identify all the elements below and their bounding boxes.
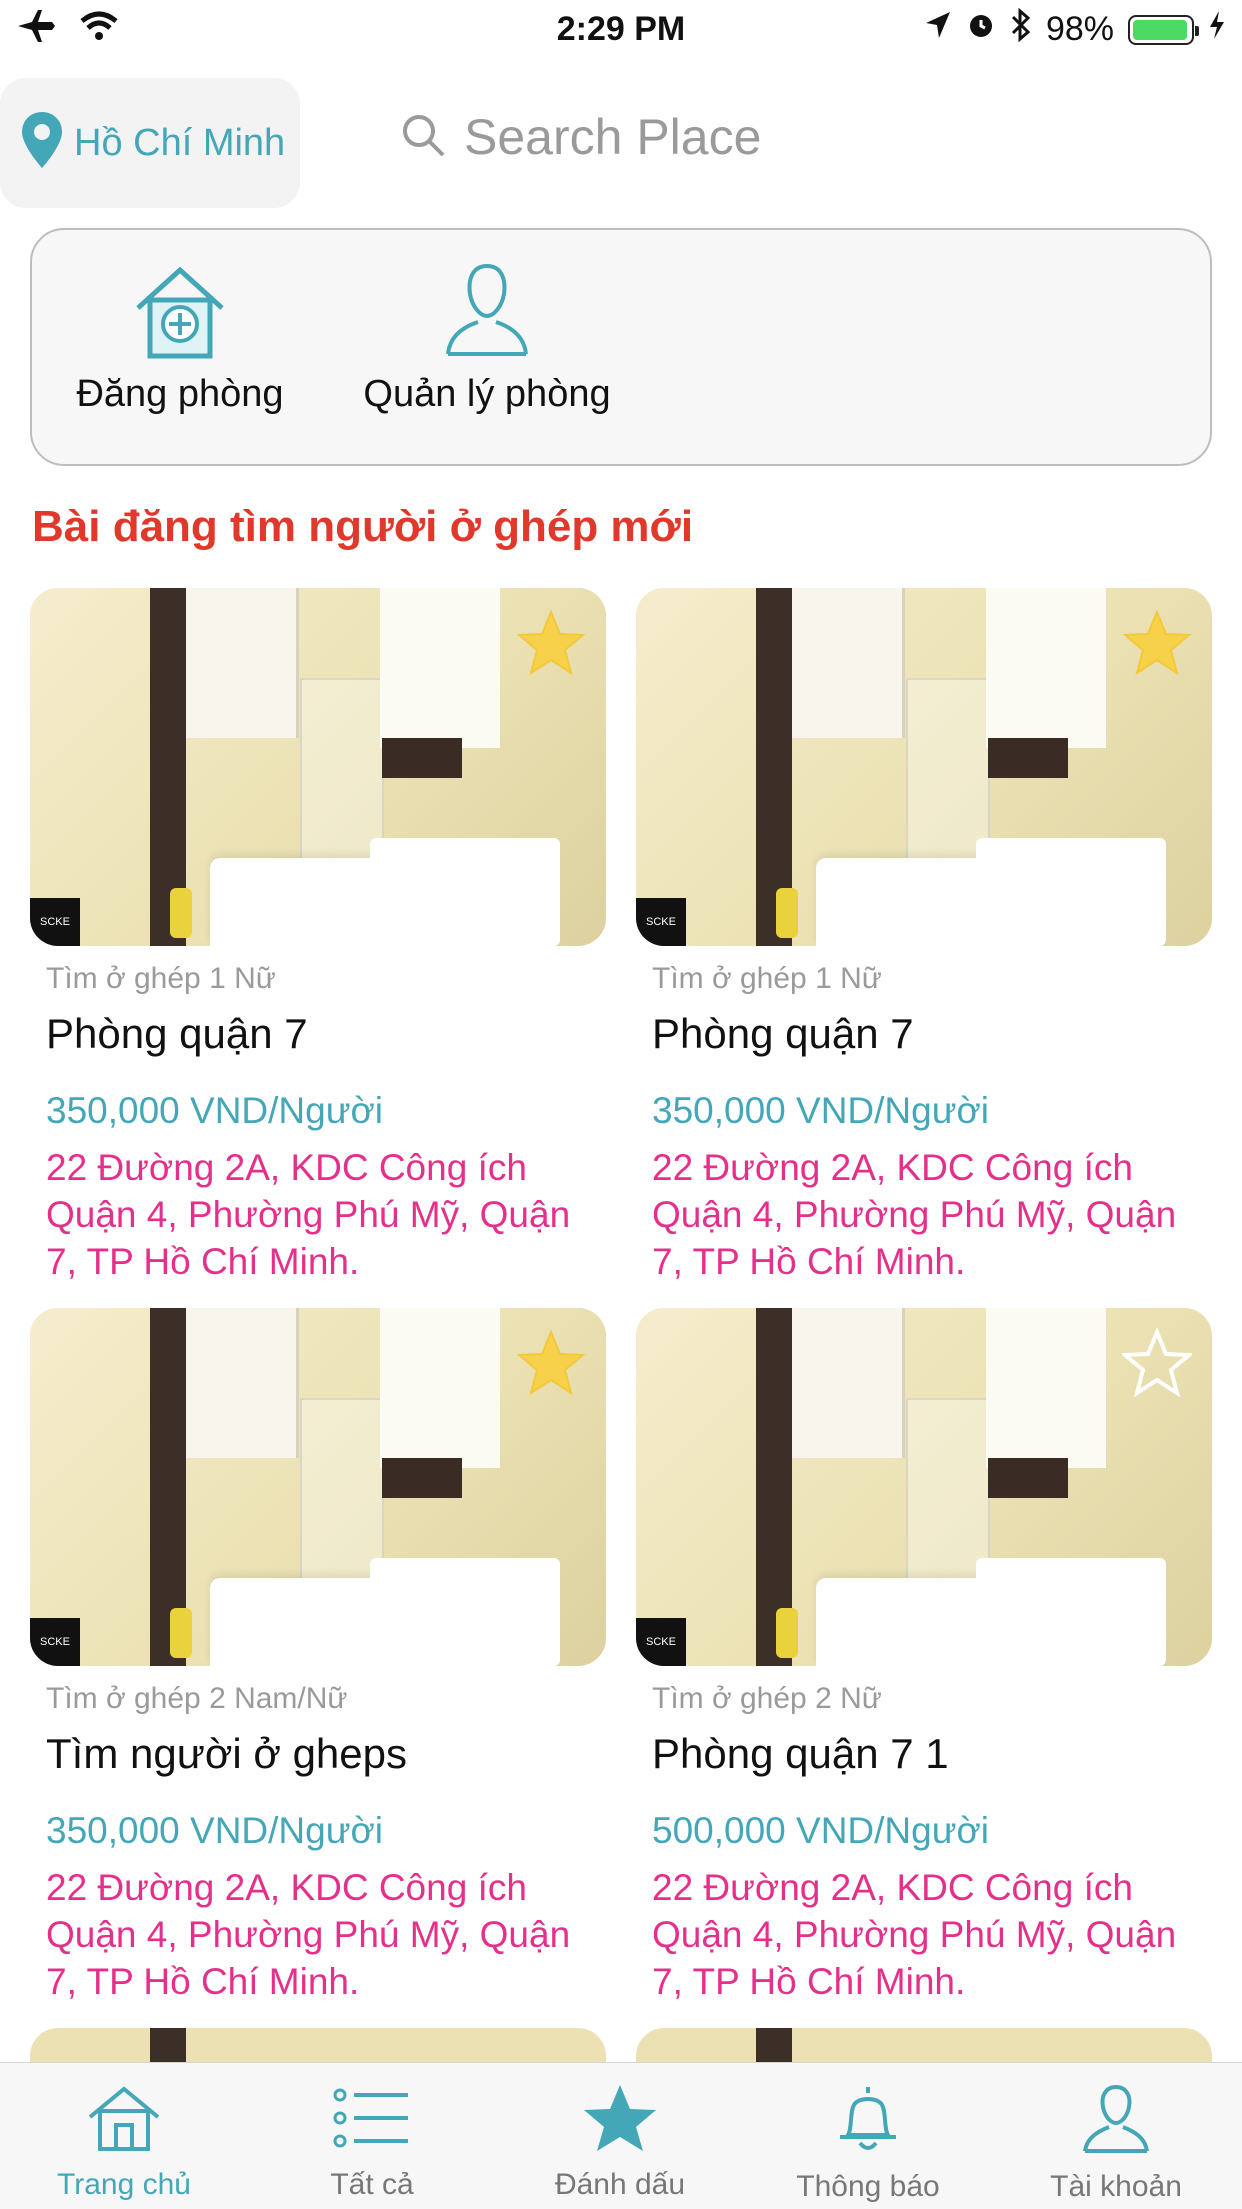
tab-all-label: Tất cả	[330, 2168, 414, 2201]
tab-bookmarks[interactable]: Đánh dấu	[520, 2083, 720, 2202]
listing-address: 22 Đường 2A, KDC Công ích Quận 4, Phường…	[46, 1867, 571, 2002]
brand-logo: SCKE	[636, 1618, 686, 1666]
tab-all[interactable]: Tất cả	[272, 2083, 472, 2202]
manage-rooms-label: Quản lý phòng	[363, 373, 611, 415]
tab-home-label: Trang chủ	[57, 2168, 191, 2201]
listing-photo: SCKE	[636, 588, 1212, 946]
listing-meta: Tìm ở ghép 1 Nữ	[46, 962, 276, 995]
manage-rooms-button[interactable]: Quản lý phòng	[342, 260, 632, 416]
bluetooth-icon	[1010, 7, 1032, 51]
listing-price: 350,000 VND/Người	[652, 1090, 989, 1131]
listing-address: 22 Đường 2A, KDC Công ích Quận 4, Phường…	[46, 1147, 571, 1282]
status-bar: 2:29 PM 98%	[0, 0, 1242, 62]
listing-card[interactable]: SCKE Tìm ở ghép 1 Nữ Phòng quận 7 350,00…	[636, 588, 1212, 1285]
listing-address: 22 Đường 2A, KDC Công ích Quận 4, Phường…	[652, 1147, 1177, 1282]
status-right: 98%	[924, 7, 1226, 51]
listing-address: 22 Đường 2A, KDC Công ích Quận 4, Phường…	[652, 1867, 1177, 2002]
map-pin-icon	[20, 110, 64, 177]
quick-actions: Đăng phòng Quản lý phòng	[30, 228, 1212, 466]
search-icon	[400, 112, 446, 163]
listing-title: Phòng quận 7	[652, 1010, 914, 1057]
home-icon	[86, 2086, 162, 2157]
tab-notifications-label: Thông báo	[796, 2170, 940, 2203]
brand-logo: SCKE	[30, 1618, 80, 1666]
search-field[interactable]: Search Place	[400, 108, 761, 166]
alarm-icon	[966, 9, 996, 50]
listing-photo: SCKE	[30, 588, 606, 946]
list-icon	[332, 2088, 412, 2157]
star-icon	[582, 2085, 658, 2157]
listing-price: 350,000 VND/Người	[46, 1810, 383, 1851]
house-add-icon	[130, 266, 230, 364]
listing-meta: Tìm ở ghép 1 Nữ	[652, 962, 882, 995]
section-title: Bài đăng tìm người ở ghép mới	[32, 502, 694, 551]
favorite-star-icon[interactable]	[1122, 608, 1192, 678]
search-placeholder: Search Place	[464, 109, 762, 165]
tab-bar: Trang chủ Tất cả Đánh dấu Thông báo Tài …	[0, 2062, 1242, 2209]
listing-card[interactable]: SCKE Tìm ở ghép 2 Nữ Phòng quận 7 1 500,…	[636, 1308, 1212, 2005]
battery-icon	[1128, 14, 1199, 45]
listing-title: Phòng quận 7	[46, 1010, 308, 1057]
favorite-star-outline-icon[interactable]	[1122, 1328, 1192, 1398]
post-room-label: Đăng phòng	[76, 373, 284, 415]
listing-photo: SCKE	[636, 1308, 1212, 1666]
listing-photo: SCKE	[30, 1308, 606, 1666]
tab-notifications[interactable]: Thông báo	[768, 2083, 968, 2204]
listing-meta: Tìm ở ghép 2 Nam/Nữ	[46, 1682, 348, 1715]
listing-meta: Tìm ở ghép 2 Nữ	[652, 1682, 882, 1715]
location-selector[interactable]: Hồ Chí Minh	[0, 78, 300, 208]
tab-home[interactable]: Trang chủ	[24, 2083, 224, 2202]
listing-price: 500,000 VND/Người	[652, 1810, 989, 1851]
listing-price: 350,000 VND/Người	[46, 1090, 383, 1131]
tab-account[interactable]: Tài khoản	[1016, 2083, 1216, 2204]
battery-percent: 98%	[1045, 10, 1114, 48]
favorite-star-icon[interactable]	[516, 1328, 586, 1398]
tab-account-label: Tài khoản	[1050, 2170, 1182, 2203]
charging-icon	[1208, 10, 1226, 49]
listing-title: Phòng quận 7 1	[652, 1730, 949, 1777]
bell-icon	[836, 2087, 900, 2159]
brand-logo: SCKE	[30, 898, 80, 946]
user-icon	[1081, 2084, 1151, 2159]
favorite-star-icon[interactable]	[516, 608, 586, 678]
location-arrow-icon	[924, 10, 952, 49]
location-label: Hồ Chí Minh	[74, 121, 286, 164]
user-icon	[442, 263, 532, 364]
listing-title: Tìm người ở gheps	[46, 1730, 407, 1777]
listing-card[interactable]: SCKE Tìm ở ghép 2 Nam/Nữ Tìm người ở ghe…	[30, 1308, 606, 2005]
tab-bookmarks-label: Đánh dấu	[554, 2168, 686, 2201]
post-room-button[interactable]: Đăng phòng	[70, 260, 290, 416]
listing-card[interactable]: SCKE Tìm ở ghép 1 Nữ Phòng quận 7 350,00…	[30, 588, 606, 1285]
brand-logo: SCKE	[636, 898, 686, 946]
